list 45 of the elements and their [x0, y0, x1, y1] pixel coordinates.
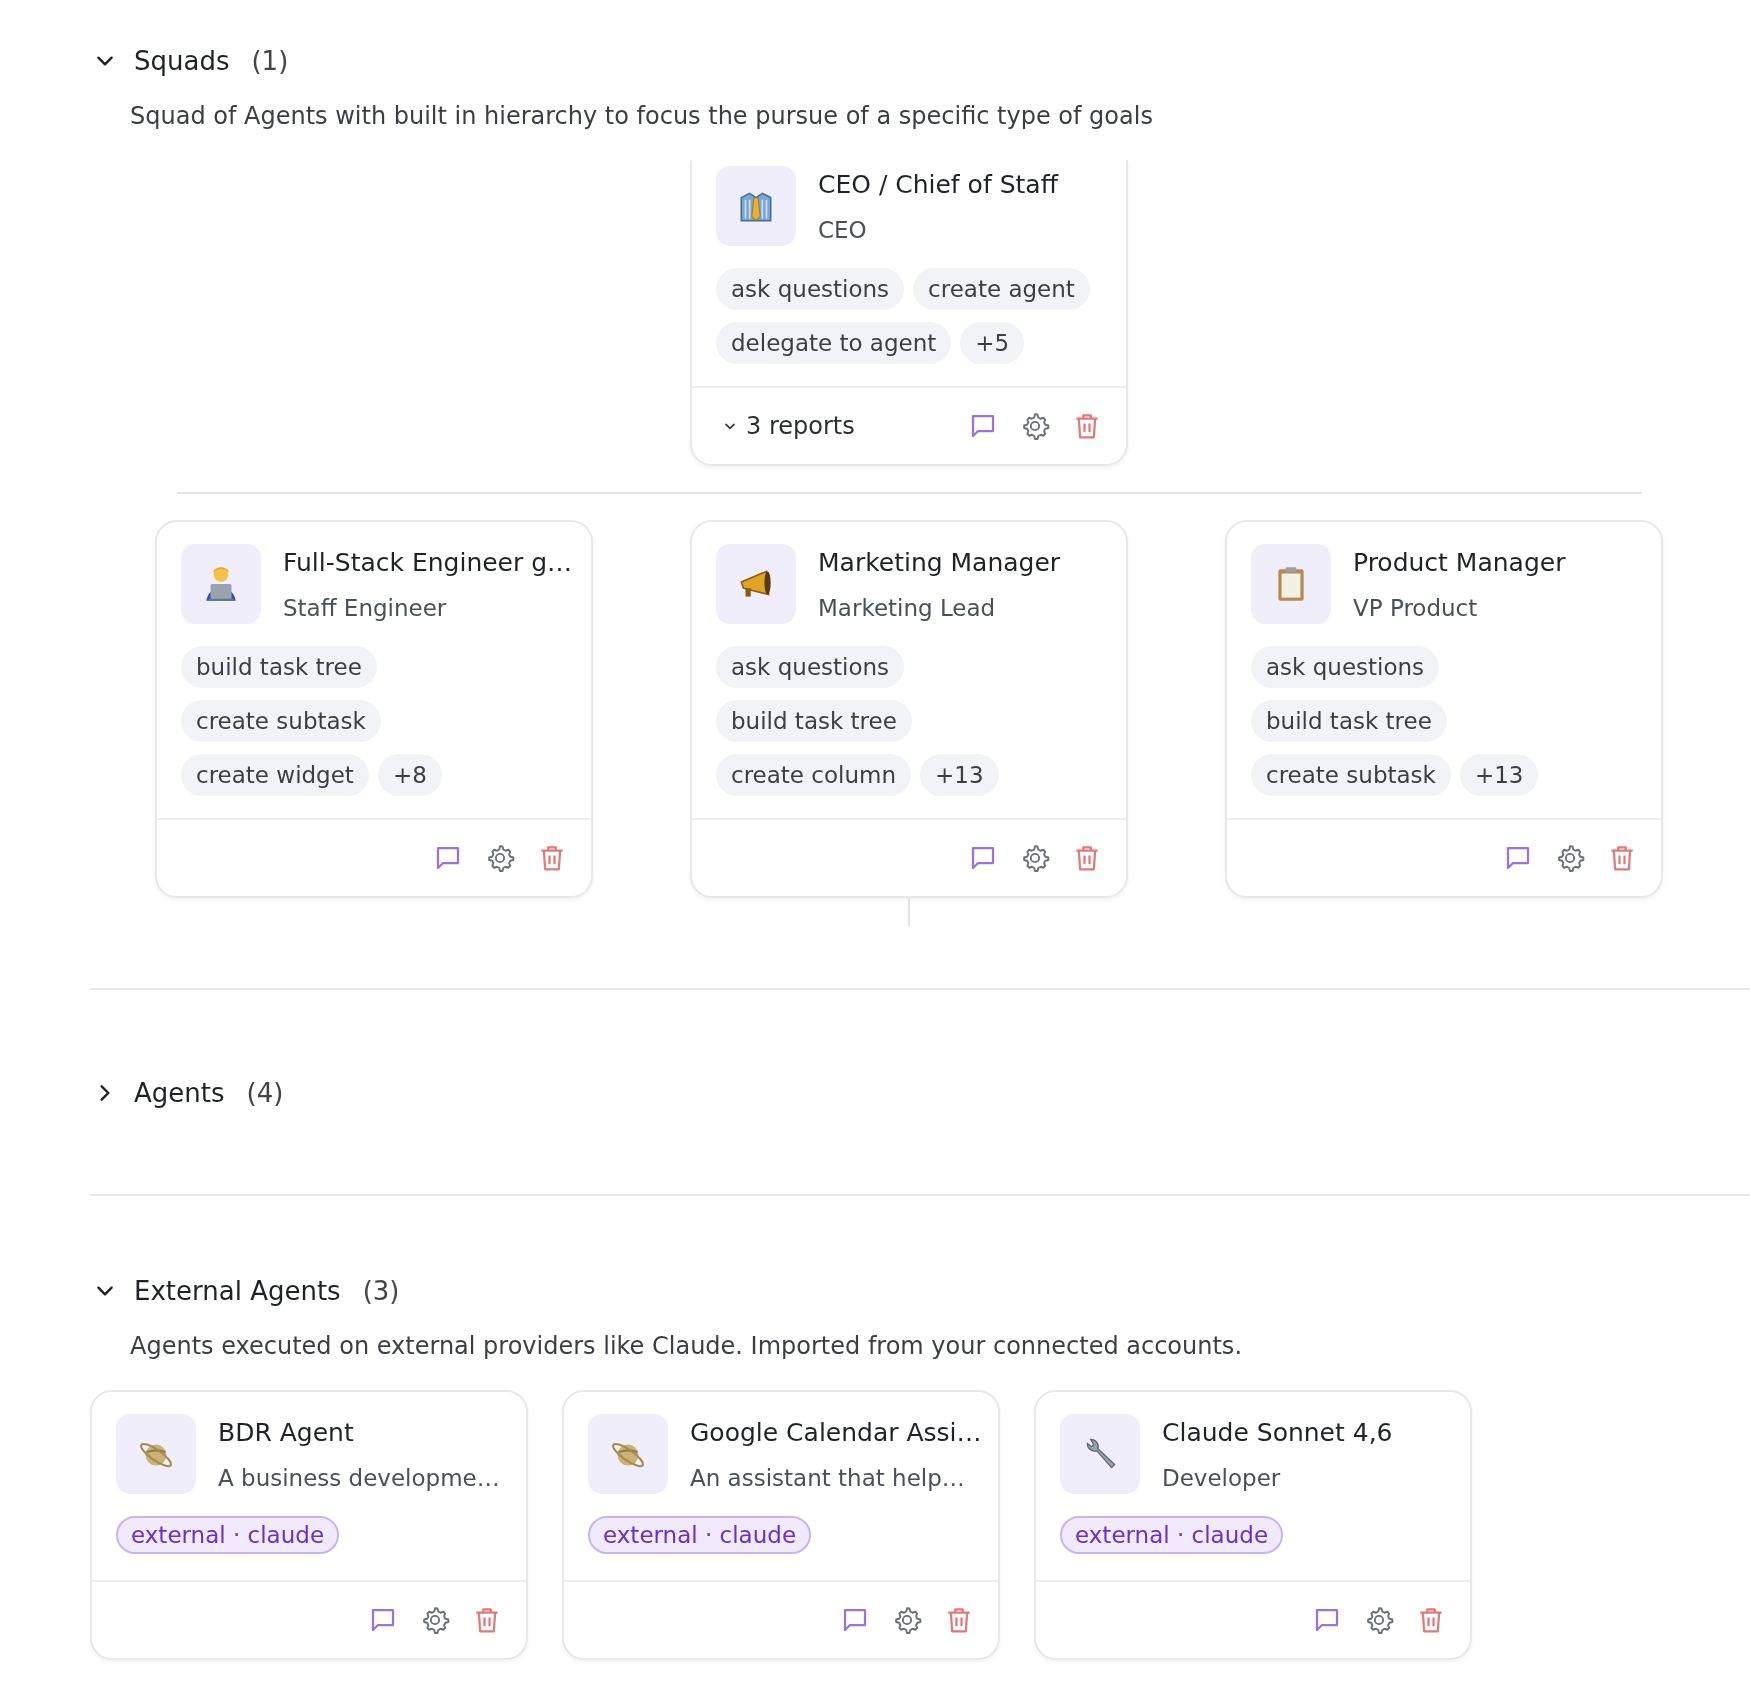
- capability-tag: create subtask: [181, 700, 381, 742]
- capability-tag: +13: [1459, 754, 1539, 796]
- provider-badge: external · claude: [116, 1516, 340, 1554]
- capability-tag: ask questions: [1251, 646, 1440, 688]
- section-header[interactable]: Squads (1): [90, 46, 289, 76]
- section-header[interactable]: Agents (4): [90, 1078, 284, 1108]
- settings-icon[interactable]: [485, 843, 515, 873]
- capability-tag: +8: [377, 754, 442, 796]
- agent-name: Product Manager: [1353, 548, 1566, 577]
- settings-icon[interactable]: [420, 1605, 450, 1635]
- agent-name: CEO / Chief of Staff: [818, 170, 1058, 199]
- settings-icon[interactable]: [1020, 411, 1050, 441]
- provider-badge: external · claude: [1060, 1516, 1284, 1554]
- agent-name: BDR Agent: [218, 1418, 355, 1447]
- reports-toggle[interactable]: 3 reports: [716, 412, 855, 440]
- section-description: Squad of Agents with built in hierarchy to focus the pursue of a specific type of goals: [130, 102, 1154, 130]
- agent-role: Marketing Lead: [818, 595, 997, 621]
- agent-role: A business developme…: [218, 1465, 500, 1491]
- capability-tag: delegate to agent: [716, 322, 952, 364]
- capability-tag: +13: [920, 754, 999, 796]
- agent-role: An assistant that help…: [690, 1465, 966, 1491]
- agent-role: Developer: [1162, 1465, 1282, 1491]
- agent-role: Staff Engineer: [283, 595, 448, 621]
- settings-icon[interactable]: [1020, 843, 1050, 873]
- capability-tag: +5: [960, 322, 1025, 364]
- capability-tag: ask questions: [716, 268, 905, 310]
- capability-tag: build task tree: [1251, 700, 1447, 742]
- settings-icon[interactable]: [892, 1605, 922, 1635]
- settings-icon[interactable]: [1364, 1605, 1394, 1635]
- section-description: Agents executed on external providers like Claude. Imported from your connected accounts.: [130, 1332, 1243, 1360]
- capability-tag: build task tree: [716, 700, 912, 742]
- agent-role: CEO: [818, 217, 868, 243]
- capability-tag: create agent: [913, 268, 1090, 310]
- agent-name: Marketing Manager: [818, 548, 1061, 577]
- capability-tag: build task tree: [181, 646, 377, 688]
- capability-tag: create widget: [181, 754, 369, 796]
- agent-name: Full-Stack Engineer g…: [283, 548, 569, 577]
- section-header[interactable]: External Agents (3): [90, 1276, 400, 1306]
- capability-tag: create column: [716, 754, 911, 796]
- settings-icon[interactable]: [1555, 843, 1585, 873]
- capability-tag: create subtask: [1251, 754, 1451, 796]
- agent-role: VP Product: [1353, 595, 1479, 621]
- agent-name: Claude Sonnet 4,6: [1162, 1418, 1393, 1447]
- capability-tag: ask questions: [716, 646, 905, 688]
- provider-badge: external · claude: [588, 1516, 812, 1554]
